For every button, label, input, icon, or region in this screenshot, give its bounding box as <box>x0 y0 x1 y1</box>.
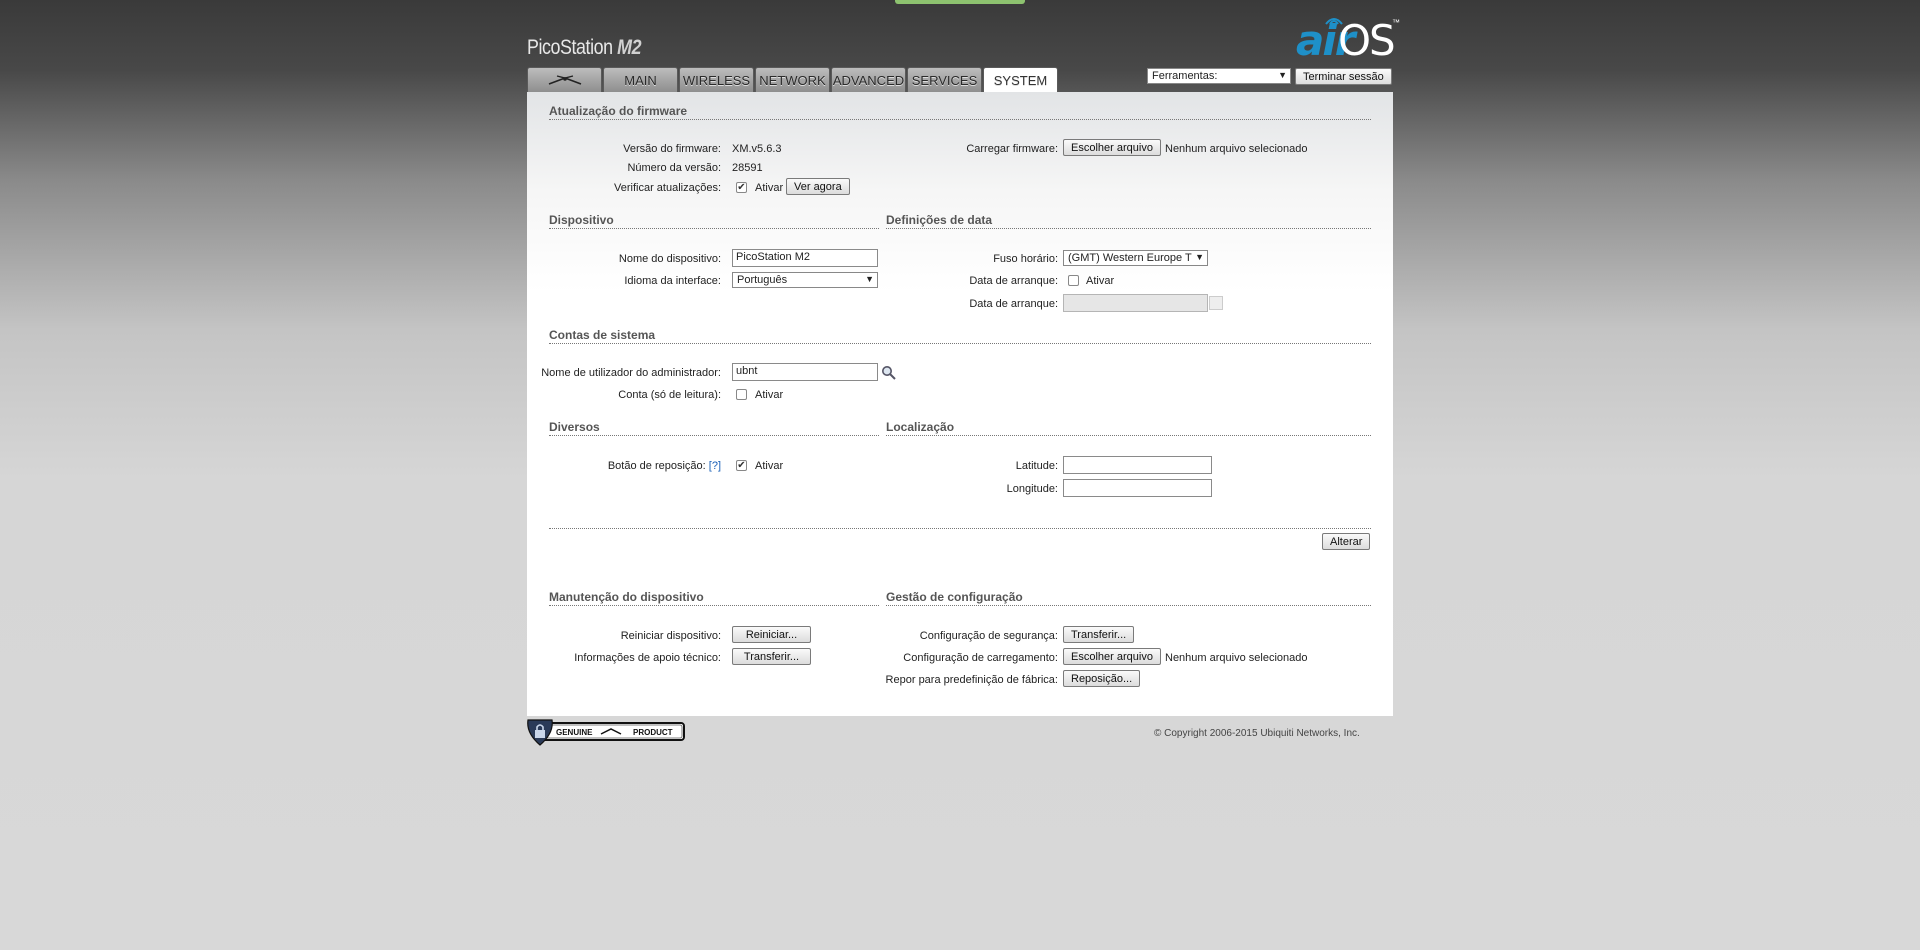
readonly-account-checkbox[interactable] <box>736 389 747 400</box>
check-updates-enable-label: Ativar <box>755 182 784 194</box>
startup-date-checkbox[interactable] <box>1068 275 1079 286</box>
support-info-download-button[interactable]: Transferir... <box>732 648 811 665</box>
tab-services[interactable]: SERVICES <box>907 67 982 92</box>
product-model: M2 <box>617 36 642 59</box>
copyright: © Copyright 2006-2015 Ubiquiti Networks,… <box>1154 728 1360 739</box>
badge-product-text: PRODUCT <box>633 728 673 737</box>
interface-language-select[interactable]: Português ▼ <box>732 272 878 288</box>
firmware-version-label: Versão do firmware: <box>623 143 721 155</box>
backup-config-button[interactable]: Transferir... <box>1063 626 1135 643</box>
check-updates-label: Verificar atualizações: <box>614 182 721 194</box>
logo-tm: ™ <box>1392 18 1400 27</box>
firmware-no-file-text: Nenhum arquivo selecionado <box>1165 143 1308 155</box>
tab-ubiquiti-home[interactable] <box>527 67 602 92</box>
reset-help-link[interactable]: [?] <box>709 460 721 472</box>
latitude-input[interactable] <box>1063 456 1212 474</box>
tab-network[interactable]: NETWORK <box>755 67 830 92</box>
tab-wireless[interactable]: WIRELESS <box>679 67 754 92</box>
change-button[interactable]: Alterar <box>1322 533 1371 550</box>
startup-date-enable-text: Ativar <box>1086 275 1115 287</box>
location-section-title: Localização <box>886 420 1371 436</box>
choose-firmware-file-button[interactable]: Escolher arquivo <box>1063 139 1161 156</box>
system-panel: Atualização do firmware Versão do firmwa… <box>527 92 1393 716</box>
support-info-label: Informações de apoio técnico: <box>574 652 721 664</box>
tab-main[interactable]: MAIN <box>603 67 678 92</box>
toolbar: Ferramentas: ▼ Terminar sessão <box>1147 68 1392 85</box>
reset-button-enable-text: Ativar <box>755 460 784 472</box>
reset-button-label-text: Botão de reposição: <box>607 460 706 472</box>
longitude-label: Longitude: <box>1006 483 1058 495</box>
reset-button-checkbox[interactable]: ✔ <box>736 460 747 471</box>
chevron-down-icon: ▼ <box>1278 70 1287 80</box>
firmware-section-title: Atualização do firmware <box>549 104 1371 120</box>
device-section-title: Dispositivo <box>549 213 879 229</box>
logo-os: OS <box>1338 16 1396 65</box>
admin-username-label: Nome de utilizador do administrador: <box>541 367 721 379</box>
longitude-input[interactable] <box>1063 479 1212 497</box>
date-section-title: Definições de data <box>886 213 1371 229</box>
timezone-select[interactable]: (GMT) Western Europe T ▼ <box>1063 250 1208 266</box>
misc-section-title: Diversos <box>549 420 879 436</box>
build-number-value: 28591 <box>732 162 763 174</box>
genuine-product-badge: GENUINE PRODUCT <box>527 719 685 746</box>
maintenance-section-title: Manutenção do dispositivo <box>549 590 879 606</box>
upload-firmware-label: Carregar firmware: <box>966 143 1058 155</box>
build-number-label: Número da versão: <box>627 162 721 174</box>
badge-genuine-text: GENUINE <box>556 728 593 737</box>
backup-config-label: Configuração de segurança: <box>919 630 1058 642</box>
device-name-input[interactable]: PicoStation M2 <box>732 249 878 267</box>
latitude-label: Latitude: <box>1015 460 1058 472</box>
chevron-down-icon: ▼ <box>865 274 874 284</box>
firmware-version-value: XM.v5.6.3 <box>732 143 782 155</box>
chevron-down-icon: ▼ <box>1195 252 1204 262</box>
factory-reset-label: Repor para predefinição de fábrica: <box>885 674 1058 686</box>
reset-button-label: Botão de reposição: [?] <box>608 460 721 472</box>
product-name-text: PicoStation <box>527 36 613 59</box>
factory-reset-button[interactable]: Reposição... <box>1063 670 1141 687</box>
config-no-file-text: Nenhum arquivo selecionado <box>1165 652 1308 664</box>
admin-username-input[interactable]: ubnt <box>732 363 878 381</box>
check-now-button[interactable]: Ver agora <box>786 178 850 195</box>
readonly-account-enable-text: Ativar <box>755 389 784 401</box>
readonly-account-label: Conta (só de leitura): <box>618 389 721 401</box>
ubiquiti-logo-icon <box>548 75 581 85</box>
upload-config-label: Configuração de carregamento: <box>903 652 1058 664</box>
divider <box>549 528 1371 529</box>
timezone-value: (GMT) Western Europe T <box>1068 252 1192 264</box>
reboot-button[interactable]: Reiniciar... <box>732 626 811 643</box>
config-section-title: Gestão de configuração <box>886 590 1371 606</box>
startup-date-enable-label: Data de arranque: <box>969 275 1058 287</box>
check-updates-checkbox[interactable]: ✔ <box>736 182 747 193</box>
timezone-label: Fuso horário: <box>993 253 1058 265</box>
interface-language-label: Idioma da interface: <box>624 275 721 287</box>
interface-language-value: Português <box>737 274 788 286</box>
main-tabs: MAIN WIRELESS NETWORK ADVANCED SERVICES … <box>527 67 1058 93</box>
calendar-icon <box>1209 296 1223 310</box>
reboot-label: Reiniciar dispositivo: <box>620 630 721 642</box>
device-name-label: Nome do dispositivo: <box>618 253 721 265</box>
search-icon[interactable] <box>881 365 897 381</box>
logout-button[interactable]: Terminar sessão <box>1295 68 1392 85</box>
tools-select-value: Ferramentas: <box>1152 70 1218 82</box>
tab-system[interactable]: SYSTEM <box>983 67 1058 93</box>
accounts-section-title: Contas de sistema <box>549 328 1371 344</box>
startup-date-input <box>1063 294 1208 312</box>
tab-advanced[interactable]: ADVANCED <box>831 67 906 92</box>
startup-date-label: Data de arranque: <box>969 298 1058 310</box>
top-indicator <box>895 0 1025 4</box>
product-name: PicoStation M2 <box>527 36 642 60</box>
tools-select[interactable]: Ferramentas: ▼ <box>1147 68 1291 84</box>
choose-config-file-button[interactable]: Escolher arquivo <box>1063 648 1161 665</box>
